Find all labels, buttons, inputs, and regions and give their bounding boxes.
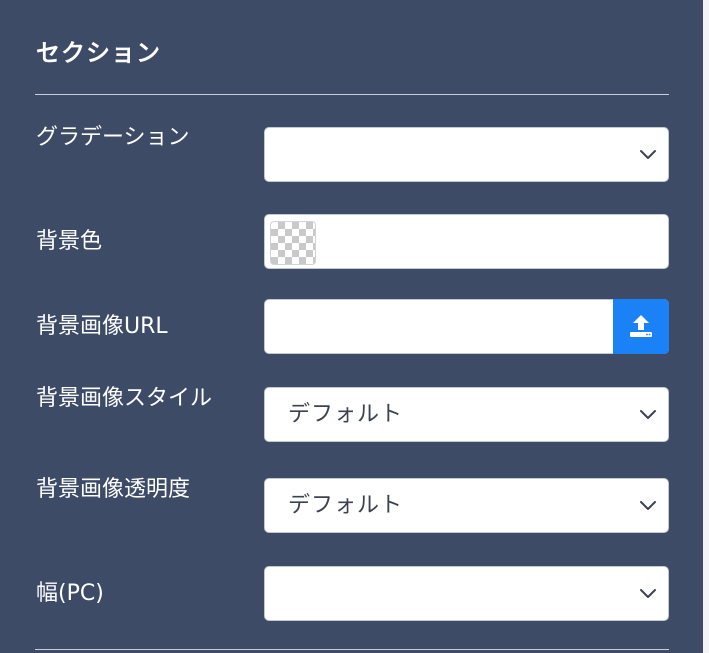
background-image-style-value: デフォルト xyxy=(288,402,404,427)
scrollbar-track[interactable] xyxy=(703,0,709,653)
background-image-opacity-select[interactable]: デフォルト xyxy=(264,478,669,533)
background-color-label: 背景色 xyxy=(36,229,103,254)
section-title: セクション xyxy=(36,39,161,67)
background-image-style-select[interactable]: デフォルト xyxy=(264,387,669,442)
title-divider xyxy=(35,94,669,95)
background-image-url-control xyxy=(264,299,669,354)
background-image-style-label: 背景画像スタイル xyxy=(36,386,213,411)
background-image-opacity-value: デフォルト xyxy=(288,493,404,518)
chevron-down-icon xyxy=(638,583,658,603)
color-swatch[interactable] xyxy=(270,221,316,265)
chevron-down-icon xyxy=(638,404,658,424)
background-image-opacity-label: 背景画像透明度 xyxy=(36,477,191,502)
section-settings-panel: セクション グラデーション 背景色 背景画像URL 背景画像スタイル デフォルト xyxy=(0,0,703,653)
chevron-down-icon xyxy=(638,495,658,515)
upload-icon xyxy=(630,315,652,337)
bottom-divider xyxy=(35,649,669,650)
chevron-down-icon xyxy=(638,144,658,164)
gradient-label: グラデーション xyxy=(36,125,190,150)
background-color-picker[interactable] xyxy=(264,214,669,269)
width-pc-label: 幅(PC) xyxy=(36,581,104,606)
background-image-url-input[interactable] xyxy=(265,300,613,353)
background-image-url-label: 背景画像URL xyxy=(36,314,168,339)
upload-button[interactable] xyxy=(613,299,669,354)
width-pc-select[interactable] xyxy=(264,566,669,621)
gradient-select[interactable] xyxy=(264,127,669,182)
